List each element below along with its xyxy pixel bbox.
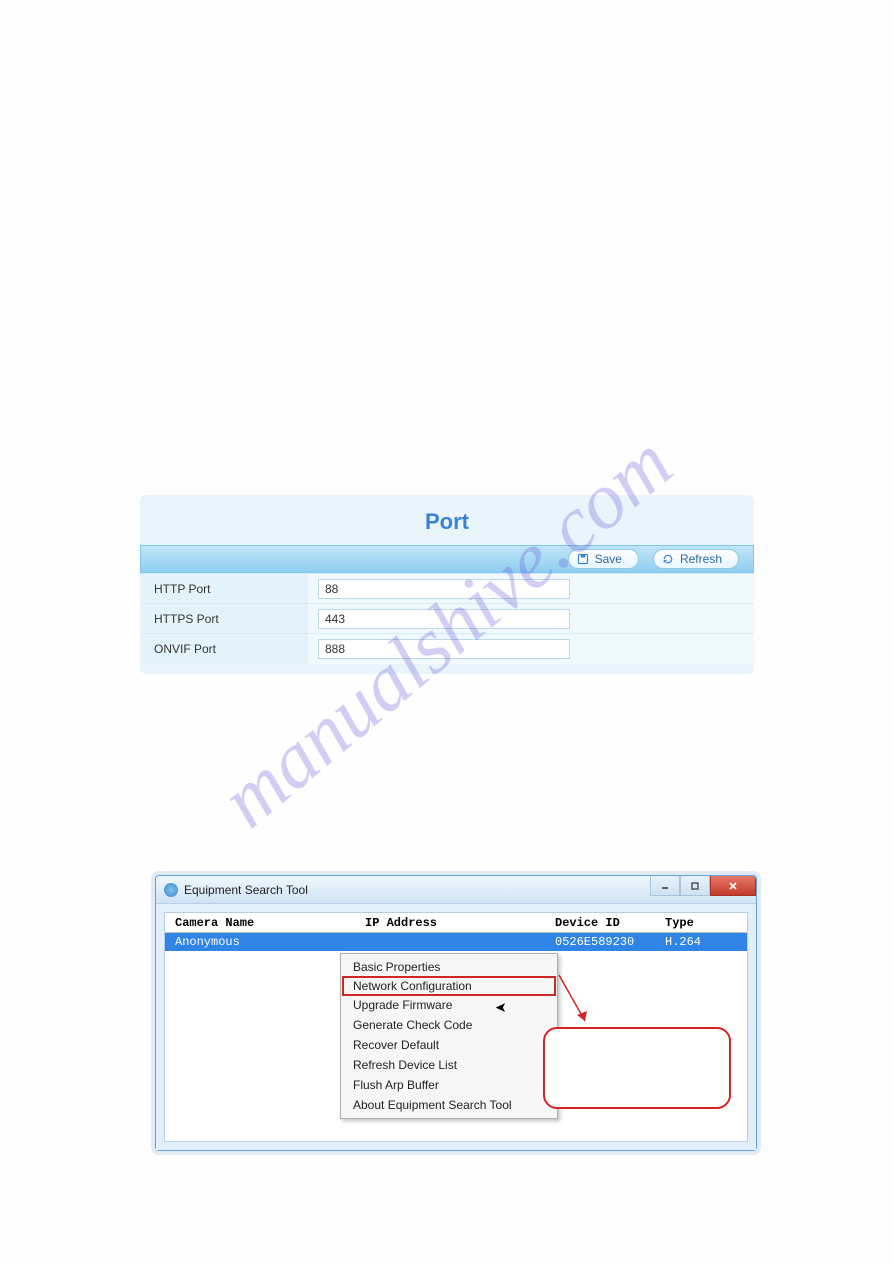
ctx-recover-default[interactable]: Recover Default [343, 1035, 555, 1055]
save-button-label: Save [595, 552, 622, 566]
device-row[interactable]: Anonymous 0526E589230 H.264 [165, 933, 747, 951]
ctx-flush-arp-buffer[interactable]: Flush Arp Buffer [343, 1075, 555, 1095]
col-camera-name: Camera Name [165, 916, 365, 930]
device-name-cell: Anonymous [165, 935, 365, 949]
ctx-about[interactable]: About Equipment Search Tool [343, 1095, 555, 1115]
annotation-callout-box [543, 1027, 731, 1109]
port-row-label: HTTP Port [140, 574, 308, 603]
ctx-generate-check-code[interactable]: Generate Check Code [343, 1015, 555, 1035]
window-body: Camera Name IP Address Device ID Type An… [156, 904, 756, 1150]
port-row-cell [308, 634, 754, 664]
window-controls [650, 876, 756, 896]
port-row-label: HTTPS Port [140, 604, 308, 633]
save-icon [577, 553, 589, 565]
ctx-basic-properties[interactable]: Basic Properties [343, 957, 555, 977]
refresh-icon [662, 553, 674, 565]
port-row: HTTPS Port [140, 604, 754, 634]
col-type: Type [665, 916, 747, 930]
save-button[interactable]: Save [568, 549, 639, 569]
port-title: Port [140, 495, 754, 545]
annotation-arrow-icon [557, 973, 597, 1033]
app-icon [164, 883, 178, 897]
device-list-header: Camera Name IP Address Device ID Type [165, 913, 747, 933]
window-title: Equipment Search Tool [184, 883, 308, 897]
equipment-search-window: Equipment Search Tool Camera Name IP Add… [155, 875, 757, 1151]
ctx-network-configuration[interactable]: Network Configuration [342, 976, 556, 996]
ctx-upgrade-firmware[interactable]: Upgrade Firmware [343, 995, 555, 1015]
col-device-id: Device ID [555, 916, 665, 930]
port-row: ONVIF Port [140, 634, 754, 664]
port-row-cell [308, 604, 754, 633]
device-type-cell: H.264 [665, 935, 747, 949]
onvif-port-input[interactable] [318, 639, 570, 659]
ctx-refresh-device-list[interactable]: Refresh Device List [343, 1055, 555, 1075]
maximize-button[interactable] [680, 876, 710, 896]
port-row-cell [308, 574, 754, 603]
http-port-input[interactable] [318, 579, 570, 599]
close-button[interactable] [710, 876, 756, 896]
context-menu: Basic Properties Network Configuration U… [340, 953, 558, 1119]
port-row-label: ONVIF Port [140, 634, 308, 664]
device-id-cell: 0526E589230 [555, 935, 665, 949]
col-ip-address: IP Address [365, 916, 555, 930]
device-list-panel: Camera Name IP Address Device ID Type An… [164, 912, 748, 1142]
minimize-button[interactable] [650, 876, 680, 896]
port-row: HTTP Port [140, 574, 754, 604]
port-toolbar: Save Refresh [140, 545, 754, 573]
port-rows: HTTP Port HTTPS Port ONVIF Port [140, 573, 754, 664]
refresh-button-label: Refresh [680, 552, 722, 566]
https-port-input[interactable] [318, 609, 570, 629]
refresh-button[interactable]: Refresh [653, 549, 739, 569]
device-list-area: Basic Properties Network Configuration U… [165, 951, 747, 1141]
port-panel: Port Save Refresh HTTP Port HTTPS Port [140, 495, 754, 674]
window-titlebar[interactable]: Equipment Search Tool [156, 876, 756, 904]
